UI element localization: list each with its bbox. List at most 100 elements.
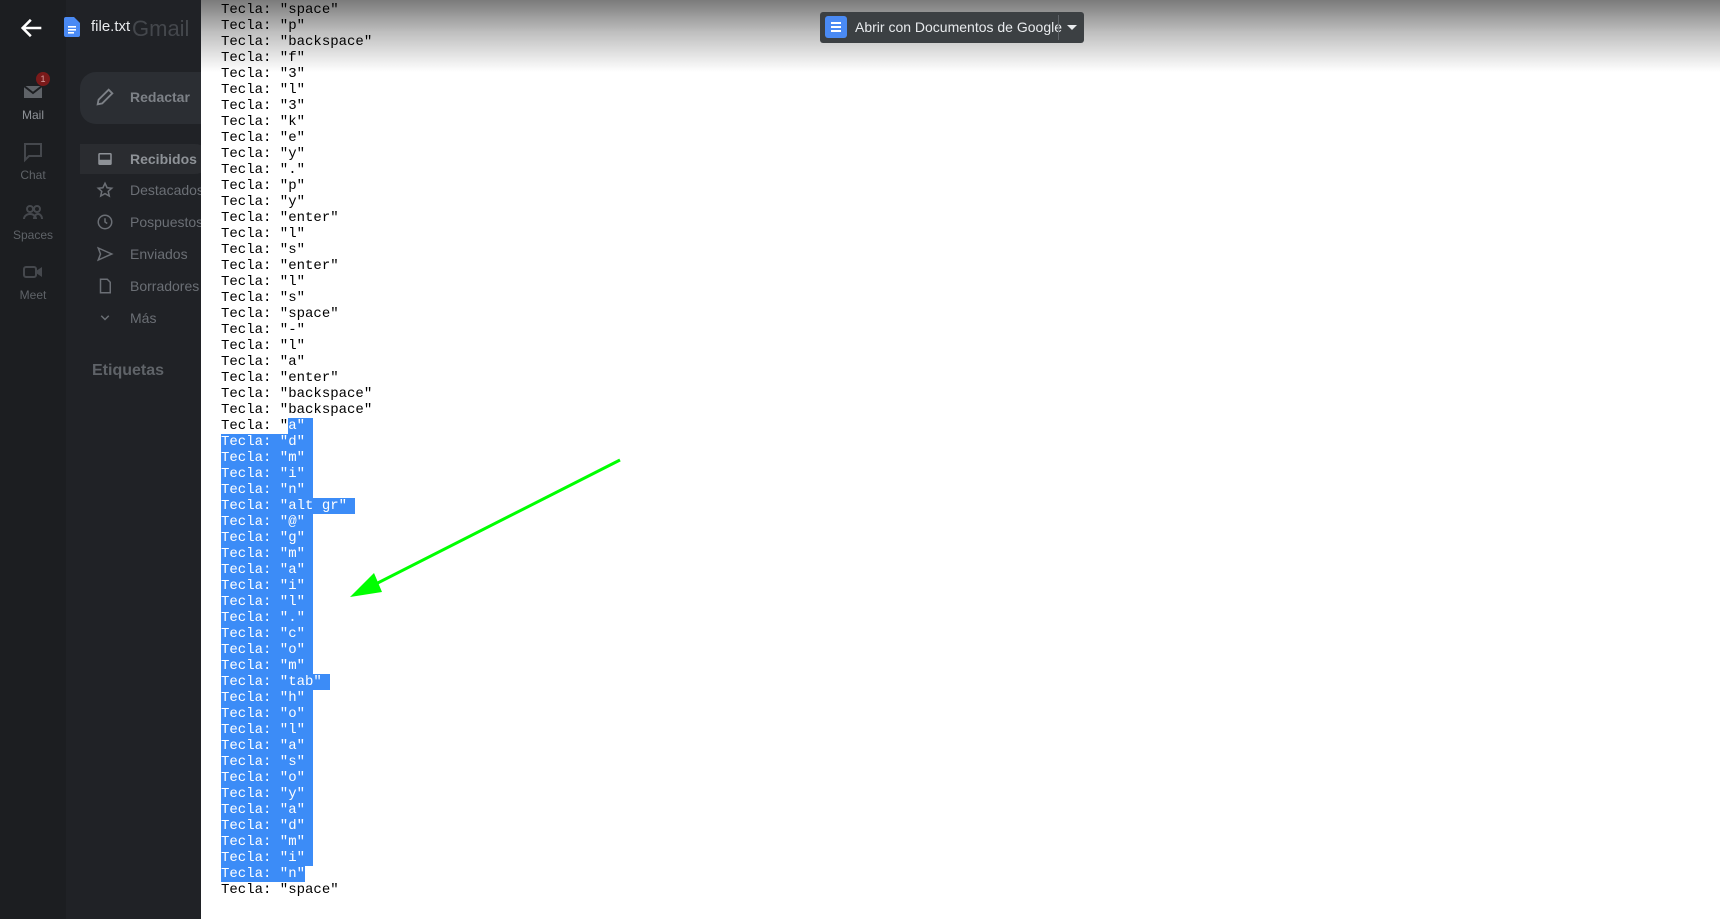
text-line: Tecla: "o" bbox=[221, 706, 314, 722]
text-line: Tecla: "k" bbox=[221, 114, 306, 130]
text-line: Tecla: "p" bbox=[221, 18, 306, 34]
meet-icon bbox=[23, 266, 42, 278]
text-line: Tecla: "i" bbox=[221, 466, 314, 482]
text-line: Tecla: "a" bbox=[221, 418, 314, 434]
star-icon bbox=[96, 181, 114, 198]
text-line: Tecla: "s" bbox=[221, 754, 314, 770]
text-line: Tecla: "y" bbox=[221, 194, 306, 210]
text-line: Tecla: "enter" bbox=[221, 210, 339, 226]
text-line: Tecla: "l" bbox=[221, 226, 306, 242]
rail-item-spaces[interactable]: Spaces bbox=[0, 200, 66, 242]
text-line: Tecla: "m" bbox=[221, 834, 314, 850]
text-line: Tecla: "enter" bbox=[221, 370, 339, 386]
nav-item-inbox[interactable]: Recibidos bbox=[80, 144, 210, 174]
chat-icon bbox=[24, 143, 42, 163]
text-line: Tecla: "o" bbox=[221, 642, 314, 658]
text-line: Tecla: "." bbox=[221, 162, 306, 178]
unread-badge: 1 bbox=[36, 72, 50, 86]
file-name: file.txt bbox=[91, 18, 131, 35]
text-line: Tecla: "i" bbox=[221, 850, 314, 866]
text-line: Tecla: "s" bbox=[221, 290, 306, 306]
text-line: Tecla: "g" bbox=[221, 530, 314, 546]
back-arrow-icon[interactable] bbox=[18, 14, 46, 42]
text-line: Tecla: "m" bbox=[221, 450, 314, 466]
compose-label: Redactar bbox=[130, 89, 190, 105]
text-line: Tecla: "y" bbox=[221, 146, 306, 162]
text-line: Tecla: "n" bbox=[221, 482, 314, 498]
rail-item-label: Chat bbox=[20, 168, 46, 182]
text-line: Tecla: "f" bbox=[221, 50, 306, 66]
nav-item-label: Borradores bbox=[130, 278, 200, 294]
text-line: Tecla: "3" bbox=[221, 66, 306, 82]
google-docs-icon bbox=[825, 16, 847, 38]
nav-item-snoozed[interactable]: Pospuestos bbox=[80, 207, 210, 237]
text-line: Tecla: "space" bbox=[221, 2, 339, 18]
rail-item-label: Meet bbox=[19, 288, 47, 302]
text-line: Tecla: "enter" bbox=[221, 258, 339, 274]
nav-item-label: Destacados bbox=[130, 182, 204, 198]
text-line: Tecla: "l" bbox=[221, 274, 306, 290]
text-line: Tecla: "a" bbox=[221, 562, 314, 578]
text-line: Tecla: "backspace" bbox=[221, 34, 373, 50]
pencil-icon bbox=[96, 88, 114, 106]
text-line: Tecla: "s" bbox=[221, 242, 306, 258]
draft-icon bbox=[99, 278, 111, 294]
text-line: Tecla: "a" bbox=[221, 354, 306, 370]
text-line: Tecla: "space" bbox=[221, 882, 339, 898]
text-line: Tecla: "tab" bbox=[221, 674, 331, 690]
text-line: Tecla: "backspace" bbox=[221, 402, 373, 418]
document-page[interactable]: Tecla: "space" Tecla: "p" Tecla: "backspac… bbox=[201, 0, 1720, 919]
nav-item-label: Más bbox=[130, 310, 157, 326]
rail-item-meet[interactable]: Meet bbox=[0, 260, 66, 302]
text-line: Tecla: "space" bbox=[221, 306, 339, 322]
dropdown-caret-icon[interactable] bbox=[1065, 22, 1079, 32]
text-line: Tecla: "h" bbox=[221, 690, 314, 706]
labels-heading: Etiquetas bbox=[92, 362, 165, 379]
nav-item-label: Recibidos bbox=[130, 151, 197, 167]
text-line: Tecla: "d" bbox=[221, 818, 314, 834]
spaces-icon bbox=[23, 205, 43, 220]
nav-item-drafts[interactable]: Borradores bbox=[80, 271, 210, 301]
text-line: Tecla: "l" bbox=[221, 722, 314, 738]
text-line: Tecla: "backspace" bbox=[221, 386, 373, 402]
rail-item-label: Mail bbox=[21, 108, 44, 122]
divider bbox=[1058, 15, 1059, 40]
text-line: Tecla: "y" bbox=[221, 786, 314, 802]
open-with-docs-button[interactable]: Abrir con Documentos de Google bbox=[820, 12, 1084, 43]
open-with-label: Abrir con Documentos de Google bbox=[855, 19, 1062, 35]
rail-item-mail[interactable]: 1 Mail bbox=[0, 72, 66, 122]
text-line: Tecla: "e" bbox=[221, 130, 306, 146]
rail-item-label: Spaces bbox=[12, 228, 54, 242]
text-line: Tecla: "i" bbox=[221, 578, 314, 594]
text-line: Tecla: "l" bbox=[221, 338, 306, 354]
nav-item-label: Enviados bbox=[130, 246, 188, 262]
send-icon bbox=[96, 246, 114, 262]
nav-item-label: Pospuestos bbox=[130, 214, 204, 230]
text-line: Tecla: "p" bbox=[221, 178, 306, 194]
text-line: Tecla: "alt gr" bbox=[221, 498, 356, 514]
inbox-icon bbox=[98, 153, 112, 165]
chevron-down-icon bbox=[100, 315, 110, 321]
text-line: Tecla: "c" bbox=[221, 626, 314, 642]
text-line: Tecla: "o" bbox=[221, 770, 314, 786]
text-line: Tecla: "-" bbox=[221, 322, 306, 338]
text-line: Tecla: "l" bbox=[221, 594, 314, 610]
text-line: Tecla: "l" bbox=[221, 82, 306, 98]
viewer-top-bar: file.txt bbox=[0, 0, 200, 56]
nav-item-more[interactable]: Más bbox=[80, 303, 210, 333]
text-line: Tecla: "n" bbox=[221, 866, 306, 882]
text-line: Tecla: "@" bbox=[221, 514, 314, 530]
document-text[interactable]: Tecla: "space" Tecla: "p" Tecla: "backspac… bbox=[221, 2, 372, 898]
nav-item-sent[interactable]: Enviados bbox=[80, 239, 210, 269]
text-line: Tecla: "a" bbox=[221, 802, 314, 818]
text-line: Tecla: "a" bbox=[221, 738, 314, 754]
text-line: Tecla: "m" bbox=[221, 546, 314, 562]
clock-icon bbox=[97, 214, 113, 230]
text-line: Tecla: "d" bbox=[221, 434, 314, 450]
nav-item-starred[interactable]: Destacados bbox=[80, 175, 210, 205]
text-line: Tecla: "." bbox=[221, 610, 314, 626]
document-file-icon bbox=[64, 17, 80, 37]
rail-item-chat[interactable]: Chat bbox=[0, 140, 66, 182]
text-line: Tecla: "3" bbox=[221, 98, 306, 114]
app-rail: 1 Mail Chat Spaces Meet bbox=[0, 0, 66, 919]
